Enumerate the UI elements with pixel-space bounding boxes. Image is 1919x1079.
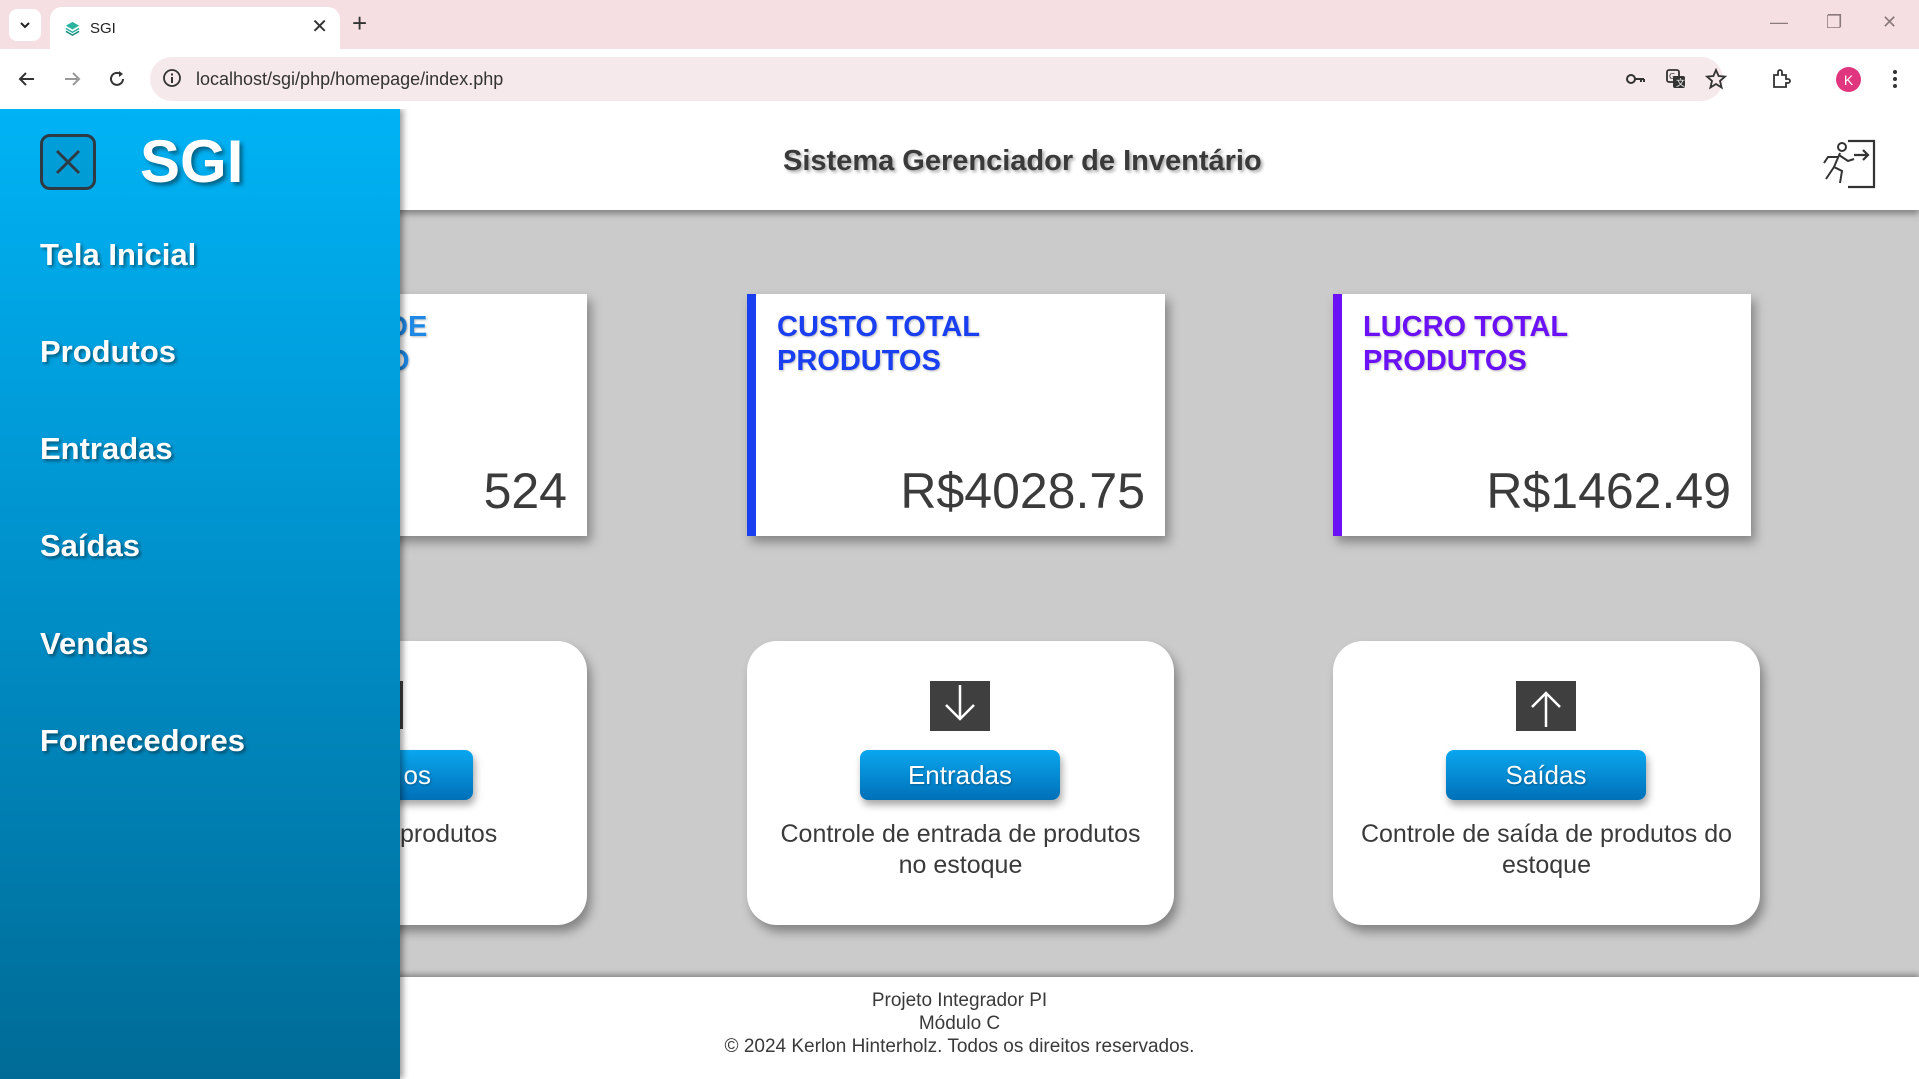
close-icon (55, 149, 81, 175)
stat-value: 524 (483, 463, 567, 519)
page-content: Sistema Gerenciador de Inventário DE O 5… (0, 109, 1919, 1079)
arrow-left-icon (18, 72, 34, 86)
reload-button[interactable] (104, 66, 130, 92)
browser-toolbar: localhost/sgi/php/homepage/index.php 文G … (0, 49, 1919, 110)
extensions-icon[interactable] (1768, 66, 1794, 92)
back-button[interactable] (14, 66, 40, 92)
reload-icon (110, 71, 124, 86)
minimize-icon[interactable]: — (1770, 12, 1788, 32)
tab-search-button[interactable] (9, 9, 41, 41)
stat-accent-bar (1333, 294, 1342, 536)
svg-text:G: G (1669, 72, 1675, 81)
entradas-button[interactable]: Entradas (860, 750, 1060, 800)
stat-value: R$1462.49 (1486, 463, 1731, 519)
action-description: Controle de entrada de produtos no estoq… (780, 820, 1141, 879)
stat-accent-bar (747, 294, 756, 536)
forward-button[interactable] (59, 66, 85, 92)
stat-title: CUSTO TOTAL PRODUTOS (777, 311, 980, 377)
window-close-icon[interactable]: ✕ (1882, 12, 1897, 32)
action-description: Controle de saída de produtos do estoque (1360, 820, 1733, 879)
arrow-up-icon (1516, 681, 1576, 731)
sidebar-item-exits[interactable]: Saídas (40, 528, 140, 564)
sidebar-item-suppliers[interactable]: Fornecedores (40, 723, 245, 759)
stat-value: R$4028.75 (900, 463, 1145, 519)
chevron-down-icon (20, 22, 30, 29)
browser-tab[interactable]: SGI ✕ (50, 7, 340, 49)
action-card-entries: Entradas Controle de entrada de produtos… (747, 641, 1174, 925)
layers-favicon-icon (65, 21, 80, 36)
sidebar-item-products[interactable]: Produtos (40, 334, 176, 370)
sidebar-item-home[interactable]: Tela Inicial (40, 237, 196, 273)
stat-title: LUCRO TOTAL PRODUTOS (1363, 311, 1568, 377)
restore-icon[interactable]: ❐ (1826, 12, 1842, 32)
more-menu-icon[interactable] (1882, 66, 1908, 92)
page-title: Sistema Gerenciador de Inventário (783, 145, 1262, 177)
action-description: produtos (400, 820, 498, 848)
stat-title: DE O (387, 311, 428, 377)
browser-tab-strip: SGI ✕ + — ❐ ✕ (0, 0, 1919, 49)
new-tab-button[interactable]: + (352, 10, 367, 36)
sidebar-item-entries[interactable]: Entradas (40, 431, 173, 467)
logout-icon[interactable] (1818, 135, 1878, 191)
svg-text:文: 文 (1676, 77, 1685, 89)
sidebar: SGI Tela Inicial Produtos Entradas Saída… (0, 109, 400, 1079)
stat-card-total-cost: CUSTO TOTAL PRODUTOS R$4028.75 (747, 294, 1165, 536)
close-tab-icon[interactable]: ✕ (311, 17, 328, 37)
bookmark-star-icon[interactable] (1705, 68, 1727, 90)
saidas-button[interactable]: Saídas (1446, 750, 1646, 800)
profile-avatar[interactable]: K (1836, 67, 1861, 92)
url-text[interactable]: localhost/sgi/php/homepage/index.php (196, 69, 503, 90)
close-sidebar-button[interactable] (40, 134, 96, 190)
site-info-icon[interactable] (162, 68, 182, 88)
arrow-right-icon (65, 72, 81, 86)
action-card-exits: Saídas Controle de saída de produtos do … (1333, 641, 1760, 925)
translate-icon[interactable]: 文G (1665, 68, 1687, 90)
address-bar[interactable]: localhost/sgi/php/homepage/index.php 文G (150, 57, 1727, 101)
arrow-down-icon (930, 681, 990, 731)
sidebar-brand: SGI (140, 128, 244, 195)
stat-card-total-profit: LUCRO TOTAL PRODUTOS R$1462.49 (1333, 294, 1751, 536)
password-key-icon[interactable] (1624, 68, 1646, 90)
tab-title: SGI (90, 20, 116, 37)
sidebar-item-sales[interactable]: Vendas (40, 626, 149, 662)
